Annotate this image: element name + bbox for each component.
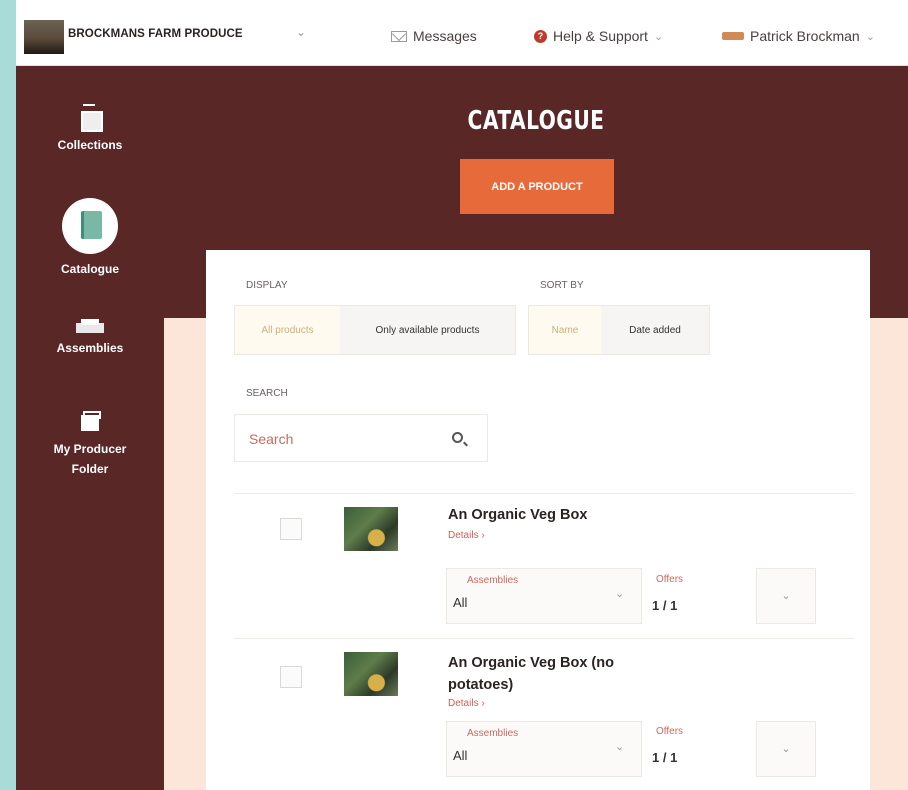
- messages-label: Messages: [413, 28, 477, 44]
- product-checkbox[interactable]: [280, 666, 302, 688]
- folder-icon: [81, 411, 101, 431]
- chevron-down-icon: ⌄: [615, 741, 625, 753]
- sidebar-item-assemblies[interactable]: Assemblies: [16, 319, 164, 355]
- divider: [234, 638, 854, 639]
- product-checkbox[interactable]: [280, 518, 302, 540]
- sidebar-item-collections[interactable]: Collections: [16, 104, 164, 152]
- display-option-all[interactable]: All products: [235, 306, 340, 354]
- assemblies-select[interactable]: Assemblies All ⌄: [446, 721, 642, 777]
- sort-option-date[interactable]: Date added: [601, 306, 709, 354]
- assemblies-label: Assemblies: [467, 728, 519, 739]
- display-label: DISPLAY: [246, 280, 288, 291]
- top-bar: BROCKMANS FARM PRODUCE ⌄ Messages ? Help…: [16, 0, 908, 66]
- sidebar-item-label: Collections: [57, 138, 123, 152]
- offers-label: Offers: [656, 726, 684, 737]
- product-thumbnail[interactable]: [344, 652, 398, 696]
- help-support-menu[interactable]: ? Help & Support ⌄: [534, 28, 663, 44]
- assemblies-select[interactable]: Assemblies All ⌄: [446, 568, 642, 624]
- assemblies-value: All: [453, 748, 468, 763]
- sidebar: Collections Catalogue Assemblies My Prod…: [16, 66, 164, 790]
- expand-row-button[interactable]: ⌄: [756, 568, 816, 624]
- catalogue-panel: DISPLAY All products Only available prod…: [206, 250, 870, 790]
- product-title[interactable]: An Organic Veg Box (no potatoes): [448, 652, 658, 696]
- brand-logo[interactable]: [24, 20, 64, 54]
- catalogue-icon: [62, 198, 118, 254]
- brand-name[interactable]: BROCKMANS FARM PRODUCE: [68, 28, 243, 40]
- avatar: [722, 32, 744, 40]
- messages-link[interactable]: Messages: [391, 28, 477, 44]
- offers-value: 1 / 1: [652, 598, 678, 613]
- product-row: An Organic Veg Box Details › Assemblies …: [234, 500, 854, 635]
- assemblies-value: All: [453, 595, 468, 610]
- chevron-down-icon: ⌄: [615, 588, 625, 600]
- sort-toggle: Name Date added: [528, 305, 710, 355]
- assemblies-label: Assemblies: [467, 575, 519, 586]
- product-row: An Organic Veg Box (no potatoes) Details…: [234, 646, 854, 790]
- app-frame: BROCKMANS FARM PRODUCE ⌄ Messages ? Help…: [16, 0, 908, 790]
- sidebar-item-producer-folder[interactable]: My Producer Folder: [16, 411, 164, 479]
- sidebar-item-label: Catalogue: [60, 262, 119, 276]
- add-product-button[interactable]: ADD A PRODUCT: [460, 159, 614, 214]
- search-label: SEARCH: [246, 388, 288, 399]
- product-details-link[interactable]: Details ›: [448, 530, 485, 541]
- brand-chevron-down-icon[interactable]: ⌄: [296, 25, 306, 39]
- collections-icon: [79, 104, 103, 132]
- sort-option-name[interactable]: Name: [529, 306, 601, 354]
- offers-label: Offers: [656, 574, 684, 585]
- search-input[interactable]: [249, 427, 439, 451]
- help-icon: ?: [534, 29, 547, 43]
- user-name: Patrick Brockman: [750, 28, 860, 44]
- page-title: CATALOGUE: [467, 106, 605, 136]
- help-label: Help & Support: [553, 28, 648, 44]
- envelope-icon: [391, 30, 407, 42]
- sidebar-item-catalogue[interactable]: Catalogue: [16, 198, 164, 276]
- assemblies-icon: [76, 319, 104, 333]
- expand-row-button[interactable]: ⌄: [756, 721, 816, 777]
- sort-label: SORT BY: [540, 280, 584, 291]
- search-icon[interactable]: [452, 432, 463, 443]
- display-option-available[interactable]: Only available products: [340, 306, 515, 354]
- display-toggle: All products Only available products: [234, 305, 516, 355]
- offers-value: 1 / 1: [652, 750, 678, 765]
- search-box: [234, 414, 488, 462]
- chevron-down-icon: ⌄: [865, 30, 875, 43]
- product-title[interactable]: An Organic Veg Box: [448, 504, 668, 526]
- product-thumbnail[interactable]: [344, 507, 398, 551]
- product-details-link[interactable]: Details ›: [448, 698, 485, 709]
- divider: [234, 493, 854, 494]
- user-menu[interactable]: Patrick Brockman ⌄: [722, 28, 875, 44]
- sidebar-item-label: My Producer Folder: [53, 442, 127, 476]
- sidebar-item-label: Assemblies: [56, 341, 124, 355]
- chevron-down-icon: ⌄: [653, 30, 664, 43]
